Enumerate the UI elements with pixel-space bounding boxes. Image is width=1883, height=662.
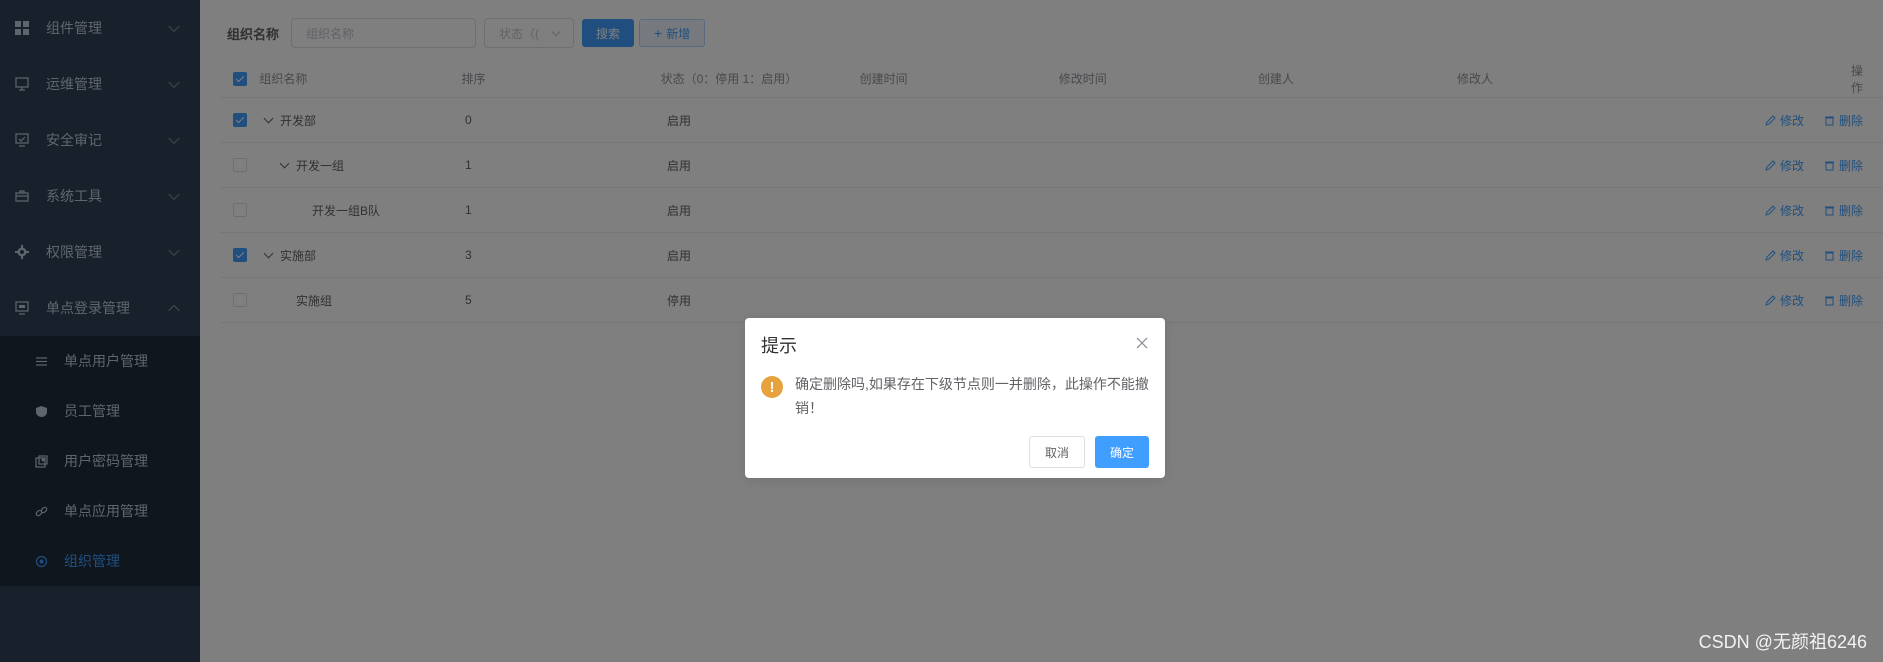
dialog-body: ! 确定删除吗,如果存在下级节点则一并删除，此操作不能撤销！ <box>761 372 1149 420</box>
confirm-dialog: 提示 ! 确定删除吗,如果存在下级节点则一并删除，此操作不能撤销！ 取消 确定 <box>745 318 1165 478</box>
close-icon[interactable] <box>1135 336 1149 350</box>
dialog-message: 确定删除吗,如果存在下级节点则一并删除，此操作不能撤销！ <box>795 376 1149 416</box>
dialog-title: 提示 <box>761 336 797 356</box>
cancel-button[interactable]: 取消 <box>1028 436 1085 468</box>
confirm-button[interactable]: 确定 <box>1094 436 1149 468</box>
watermark: CSDN @无颜祖6246 <box>1698 632 1867 652</box>
dialog-footer: 取消 确定 <box>1028 436 1149 468</box>
warning-icon: ! <box>761 376 783 398</box>
